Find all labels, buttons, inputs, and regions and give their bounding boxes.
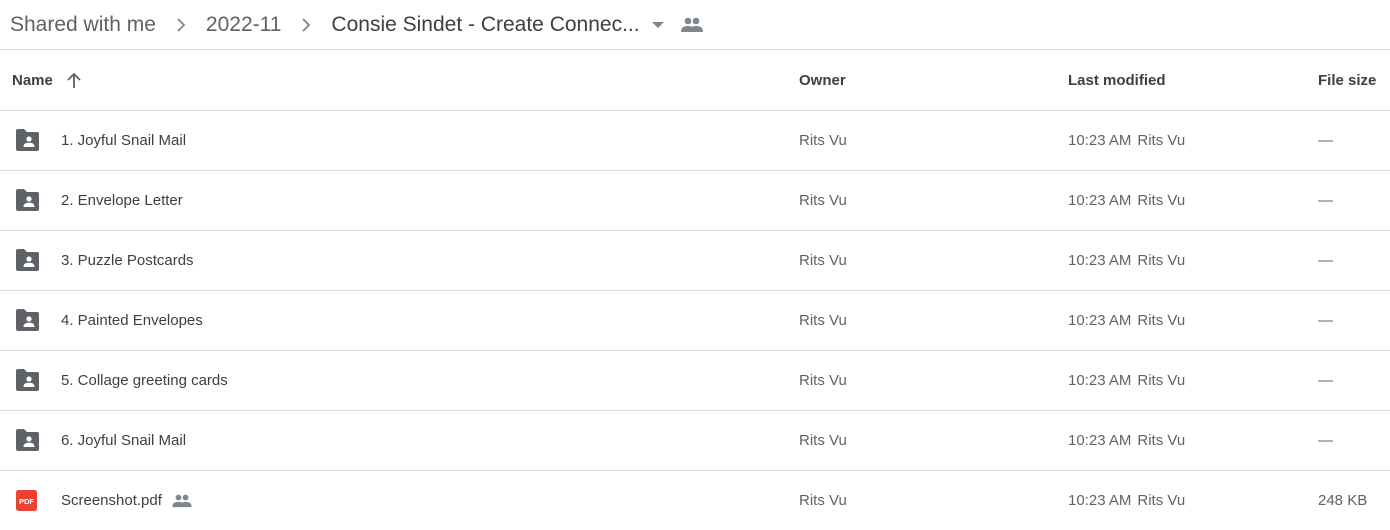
column-header-name-label: Name: [12, 72, 53, 89]
shared-folder-icon: [14, 248, 40, 272]
owner-cell: Rits Vu: [799, 192, 847, 209]
file-name-cell: 3. Puzzle Postcards: [61, 231, 194, 290]
column-header-name[interactable]: Name: [12, 51, 83, 110]
chevron-right-icon: [174, 17, 188, 32]
last-modified-cell: 10:23 AM Rits Vu: [1068, 351, 1185, 410]
last-modified-cell: 10:23 AM Rits Vu: [1068, 471, 1185, 530]
modified-time: 10:23 AM: [1068, 252, 1132, 269]
owner-cell: Rits Vu: [799, 372, 847, 389]
file-size-cell: —: [1318, 432, 1333, 449]
table-row[interactable]: 6. Joyful Snail Mail Rits Vu 10:23 AM Ri…: [0, 411, 1390, 471]
shared-folder-icon: [14, 428, 40, 452]
file-name: Screenshot.pdf: [61, 492, 162, 509]
modified-by: Rits Vu: [1137, 252, 1186, 269]
file-name-cell: 4. Painted Envelopes: [61, 291, 203, 350]
file-name-cell: 5. Collage greeting cards: [61, 351, 228, 410]
shared-folder-icon: [14, 368, 40, 392]
table-row[interactable]: 2. Envelope Letter Rits Vu 10:23 AM Rits…: [0, 171, 1390, 231]
file-size-cell: —: [1318, 372, 1333, 389]
last-modified-cell: 10:23 AM Rits Vu: [1068, 411, 1185, 470]
last-modified-cell: 10:23 AM Rits Vu: [1068, 231, 1185, 290]
file-name-cell: 2. Envelope Letter: [61, 171, 183, 230]
file-size-cell: —: [1318, 252, 1333, 269]
table-row[interactable]: 5. Collage greeting cards Rits Vu 10:23 …: [0, 351, 1390, 411]
modified-time: 10:23 AM: [1068, 312, 1132, 329]
last-modified-cell: 10:23 AM Rits Vu: [1068, 171, 1185, 230]
file-size-cell: —: [1318, 192, 1333, 209]
owner-cell: Rits Vu: [799, 132, 847, 149]
table-row[interactable]: 3. Puzzle Postcards Rits Vu 10:23 AM Rit…: [0, 231, 1390, 291]
file-name: 4. Painted Envelopes: [61, 312, 203, 329]
modified-by: Rits Vu: [1137, 192, 1186, 209]
column-header-file-size[interactable]: File size: [1318, 51, 1376, 110]
file-list: 1. Joyful Snail Mail Rits Vu 10:23 AM Ri…: [0, 111, 1390, 530]
last-modified-cell: 10:23 AM Rits Vu: [1068, 291, 1185, 350]
table-row[interactable]: 4. Painted Envelopes Rits Vu 10:23 AM Ri…: [0, 291, 1390, 351]
file-name-cell: Screenshot.pdf: [61, 471, 192, 530]
people-icon: [172, 491, 192, 511]
modified-by: Rits Vu: [1137, 312, 1186, 329]
file-name-cell: 6. Joyful Snail Mail: [61, 411, 186, 470]
arrow-up-icon[interactable]: [65, 72, 83, 90]
last-modified-cell: 10:23 AM Rits Vu: [1068, 111, 1185, 170]
people-icon: [680, 13, 704, 37]
modified-time: 10:23 AM: [1068, 432, 1132, 449]
file-size-cell: 248 KB: [1318, 492, 1368, 509]
arrow-drop-down-icon[interactable]: [650, 17, 666, 33]
table-row[interactable]: PDF Screenshot.pdf Rits Vu 10:23 AM Rits…: [0, 471, 1390, 530]
breadcrumb-current-folder[interactable]: Consie Sindet - Create Connec...: [331, 13, 639, 37]
breadcrumb-shared-with-me[interactable]: Shared with me: [10, 13, 156, 37]
file-name: 1. Joyful Snail Mail: [61, 132, 187, 149]
owner-cell: Rits Vu: [799, 252, 847, 269]
file-size-cell: —: [1318, 132, 1333, 149]
owner-cell: Rits Vu: [799, 492, 847, 509]
shared-folder-icon: [14, 128, 40, 152]
modified-time: 10:23 AM: [1068, 132, 1132, 149]
modified-time: 10:23 AM: [1068, 372, 1132, 389]
modified-by: Rits Vu: [1137, 492, 1186, 509]
shared-folder-icon: [14, 308, 40, 332]
file-name: 3. Puzzle Postcards: [61, 252, 194, 269]
modified-by: Rits Vu: [1137, 372, 1186, 389]
file-name: 5. Collage greeting cards: [61, 372, 228, 389]
modified-time: 10:23 AM: [1068, 492, 1132, 509]
shared-folder-icon: [14, 188, 40, 212]
owner-cell: Rits Vu: [799, 312, 847, 329]
owner-cell: Rits Vu: [799, 432, 847, 449]
column-header-owner[interactable]: Owner: [799, 51, 846, 110]
modified-by: Rits Vu: [1137, 132, 1186, 149]
modified-time: 10:23 AM: [1068, 192, 1132, 209]
table-row[interactable]: 1. Joyful Snail Mail Rits Vu 10:23 AM Ri…: [0, 111, 1390, 171]
file-name: 6. Joyful Snail Mail: [61, 432, 187, 449]
column-header-last-modified[interactable]: Last modified: [1068, 51, 1166, 110]
table-header: Name Owner Last modified File size: [0, 51, 1390, 111]
breadcrumb-2022-11[interactable]: 2022-11: [206, 13, 282, 37]
pdf-icon: PDF: [14, 488, 40, 512]
modified-by: Rits Vu: [1137, 432, 1186, 449]
svg-text:PDF: PDF: [19, 497, 34, 506]
file-name: 2. Envelope Letter: [61, 192, 183, 209]
chevron-right-icon: [299, 17, 313, 32]
file-size-cell: —: [1318, 312, 1333, 329]
file-name-cell: 1. Joyful Snail Mail: [61, 111, 186, 170]
breadcrumb: Shared with me 2022-11 Consie Sindet - C…: [0, 0, 1390, 50]
